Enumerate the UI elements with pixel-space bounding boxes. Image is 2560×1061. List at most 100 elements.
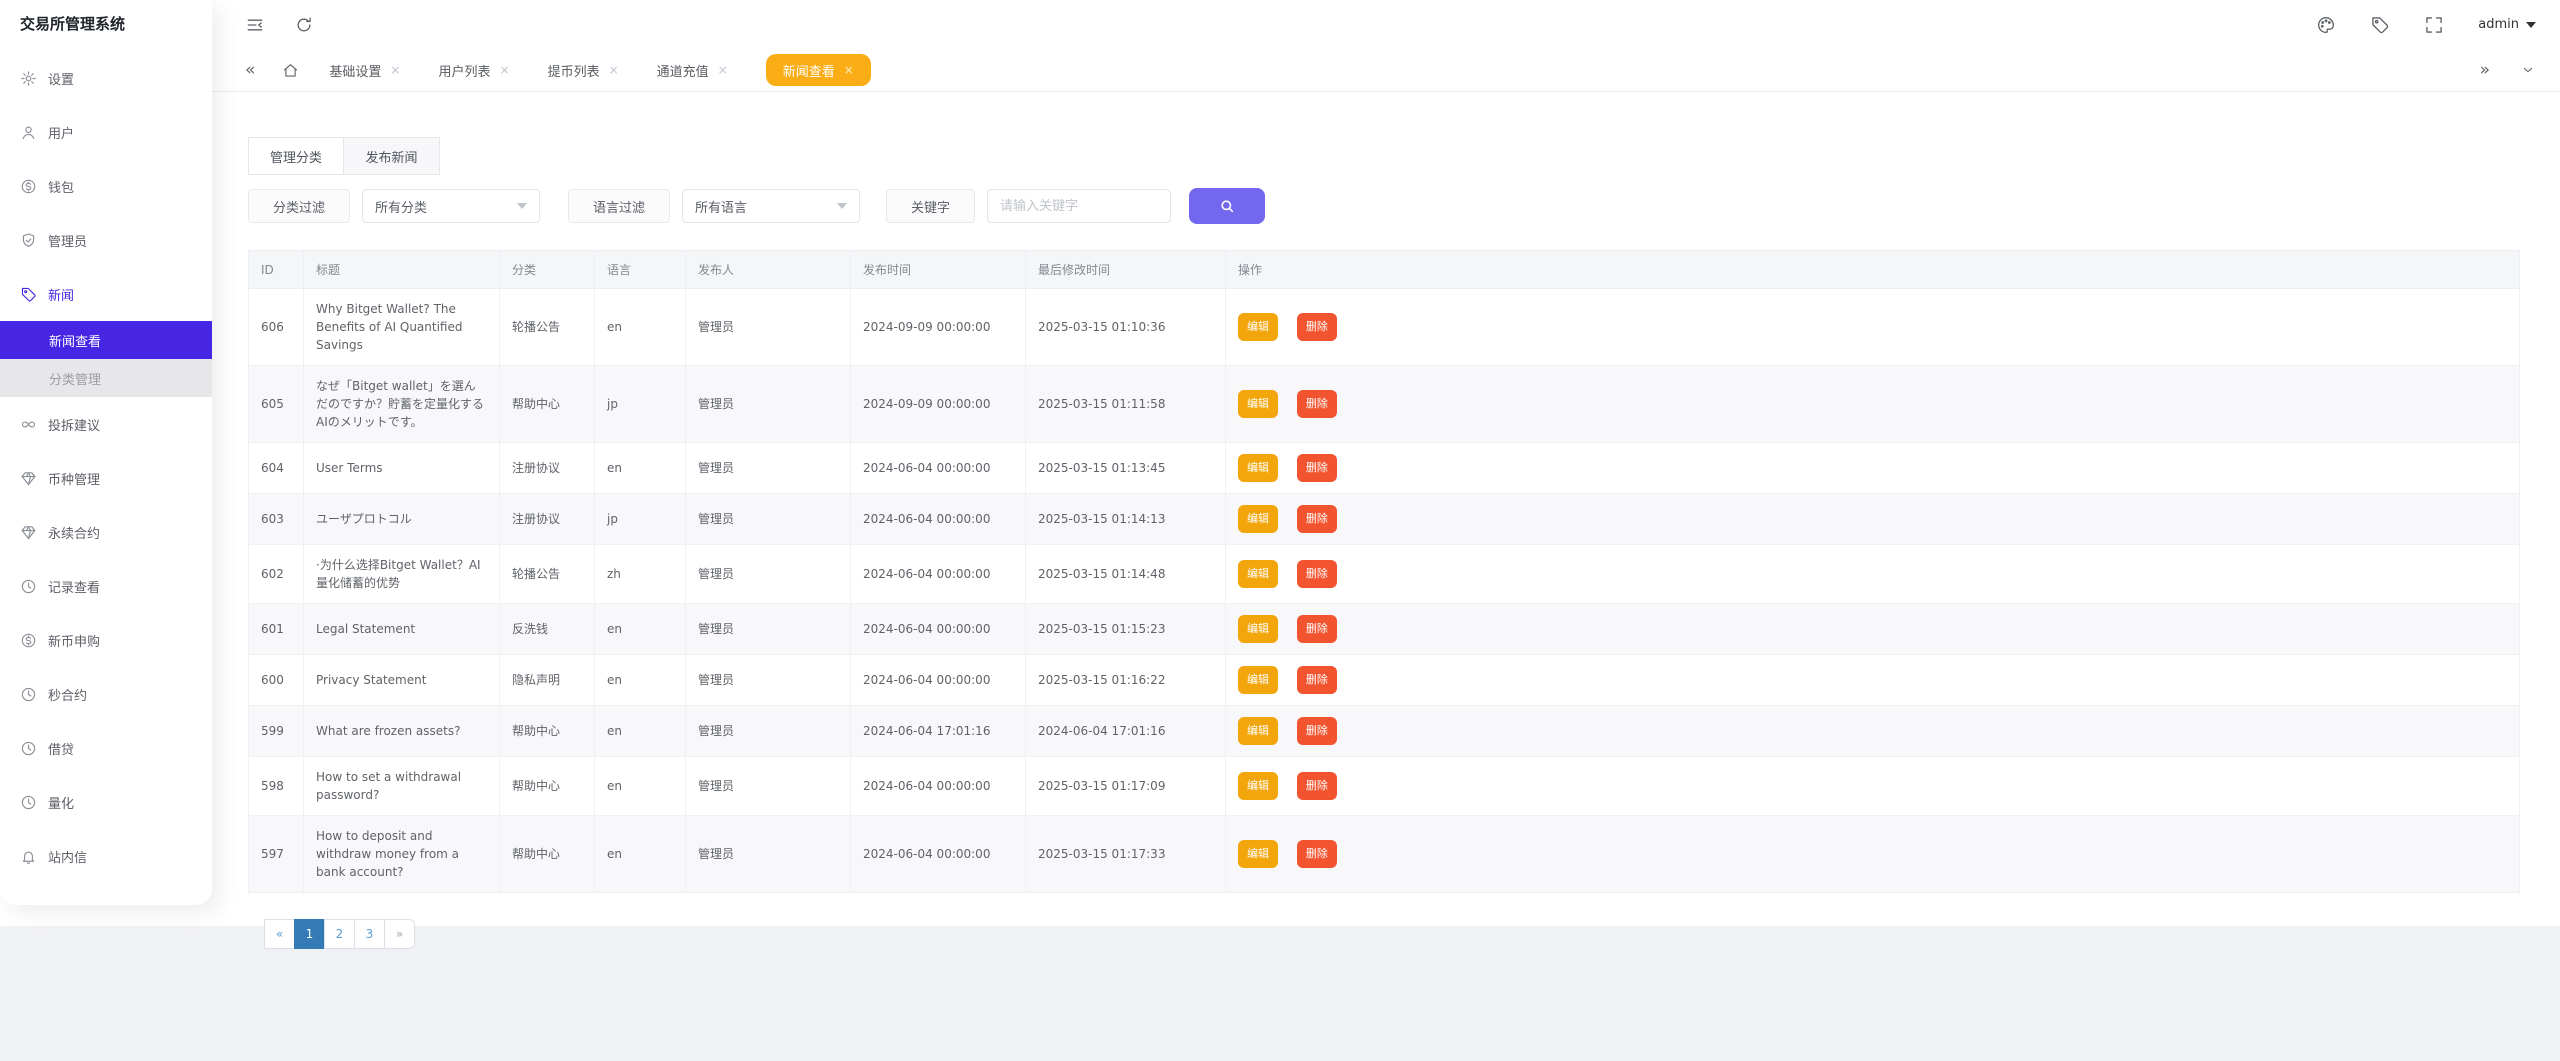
close-icon[interactable]: × [390,63,400,77]
edit-button[interactable]: 编辑 [1238,505,1278,533]
delete-button[interactable]: 删除 [1297,505,1337,533]
delete-button[interactable]: 删除 [1297,454,1337,482]
sidebar-item[interactable]: 钱包 [0,159,212,213]
page-button[interactable]: » [384,919,415,949]
wallet-icon [20,178,37,195]
sidebar-item[interactable]: 币种管理 [0,451,212,505]
edit-button[interactable]: 编辑 [1238,840,1278,868]
cell-category: 帮助中心 [500,706,595,757]
tabs-scroll-left[interactable]: « [245,60,255,80]
sidebar-news-submenu: 新闻查看 分类管理 [0,321,212,397]
category-select[interactable]: 所有分类 [362,189,540,223]
sidebar-item[interactable]: 管理员 [0,213,212,267]
edit-button[interactable]: 编辑 [1238,390,1278,418]
sidebar-item[interactable]: 新币申购 [0,613,212,667]
cell-category: 帮助中心 [500,366,595,443]
chevron-down-icon[interactable] [2520,62,2536,78]
tag-icon[interactable] [2370,15,2390,35]
content-tab[interactable]: 发布新闻 [344,137,440,175]
sidebar-subitem[interactable]: 新闻查看 [0,321,212,359]
page-button[interactable]: 1 [294,919,325,949]
tabbar-tab[interactable]: 新闻查看 × [766,54,871,86]
edit-button[interactable]: 编辑 [1238,313,1278,341]
user-menu[interactable]: admin [2478,17,2536,32]
cell-title: ユーザプロトコル [304,494,500,545]
refresh-icon[interactable] [294,15,314,35]
sidebar-subitem-label: 新闻查看 [49,331,101,350]
edit-button[interactable]: 编辑 [1238,772,1278,800]
theme-palette-icon[interactable] [2316,15,2336,35]
close-icon[interactable]: × [718,63,728,77]
category-filter-label: 分类过滤 [248,189,350,223]
sidebar-item[interactable]: 站内信 [0,829,212,883]
sidebar-item-news[interactable]: 新闻 [0,267,212,321]
edit-button[interactable]: 编辑 [1238,717,1278,745]
cell-title: How to set a withdrawal password? [304,757,500,816]
sidebar-item[interactable]: 永续合约 [0,505,212,559]
cell-modified-time: 2025-03-15 01:16:22 [1026,655,1226,706]
cell-published-time: 2024-06-04 00:00:00 [851,494,1026,545]
fullscreen-icon[interactable] [2424,15,2444,35]
delete-button[interactable]: 删除 [1297,560,1337,588]
sidebar-subitem-label: 分类管理 [49,369,101,388]
page-button[interactable]: « [264,919,295,949]
delete-button[interactable]: 删除 [1297,772,1337,800]
column-header: 发布时间 [851,251,1026,289]
edit-button[interactable]: 编辑 [1238,615,1278,643]
cell-id: 598 [249,757,304,816]
table-header-row: ID标题分类语言发布人发布时间最后修改时间操作 [249,251,2520,289]
sidebar-item[interactable]: 投拆建议 [0,397,212,451]
search-button[interactable] [1189,188,1265,224]
tabbar-tab[interactable]: 通道充值 × [657,61,728,80]
tabbar-tab[interactable]: 基础设置 × [329,61,400,80]
language-select[interactable]: 所有语言 [682,189,860,223]
sidebar-subitem[interactable]: 分类管理 [0,359,212,397]
edit-button[interactable]: 编辑 [1238,666,1278,694]
sidebar-item[interactable]: 记录查看 [0,559,212,613]
tab-label: 提币列表 [548,61,600,80]
delete-button[interactable]: 删除 [1297,615,1337,643]
cell-publisher: 管理员 [686,443,851,494]
page-button[interactable]: 2 [324,919,355,949]
cell-id: 602 [249,545,304,604]
cell-title: ·为什么选择Bitget Wallet？AI量化储蓄的优势 [304,545,500,604]
sidebar-item[interactable]: 用户 [0,105,212,159]
collapse-menu-icon[interactable] [245,15,265,35]
column-header: 发布人 [686,251,851,289]
cell-published-time: 2024-09-09 00:00:00 [851,366,1026,443]
search-icon [1219,198,1235,214]
close-icon[interactable]: × [844,63,854,77]
delete-button[interactable]: 删除 [1297,390,1337,418]
cell-actions: 编辑 删除 [1226,443,2520,494]
delete-button[interactable]: 删除 [1297,717,1337,745]
cell-title: Legal Statement [304,604,500,655]
tabbar-tab[interactable]: 用户列表 × [438,61,509,80]
home-icon[interactable] [282,62,299,79]
tabs-scroll-right[interactable]: » [2480,60,2490,80]
sidebar-items-bottom: 投拆建议 币种管理 永续合约 记录查看 [0,397,212,883]
edit-button[interactable]: 编辑 [1238,454,1278,482]
content-tab[interactable]: 管理分类 [248,137,344,175]
delete-button[interactable]: 删除 [1297,313,1337,341]
edit-button[interactable]: 编辑 [1238,560,1278,588]
close-icon[interactable]: × [609,63,619,77]
sidebar-item[interactable]: 设置 [0,51,212,105]
cell-modified-time: 2025-03-15 01:10:36 [1026,289,1226,366]
cell-language: en [595,604,686,655]
topbar-right: admin [2316,15,2536,35]
sidebar-item[interactable]: 借贷 [0,721,212,775]
keyword-input[interactable] [987,189,1171,223]
cell-id: 599 [249,706,304,757]
delete-button[interactable]: 删除 [1297,840,1337,868]
sidebar-item[interactable]: 量化 [0,775,212,829]
cell-publisher: 管理员 [686,757,851,816]
page-button-label: 3 [366,927,374,941]
cell-language: en [595,757,686,816]
page-button[interactable]: 3 [354,919,385,949]
table-header: ID标题分类语言发布人发布时间最后修改时间操作 [249,251,2520,289]
page-button-label: 2 [336,927,344,941]
delete-button[interactable]: 删除 [1297,666,1337,694]
sidebar-item[interactable]: 秒合约 [0,667,212,721]
close-icon[interactable]: × [500,63,510,77]
tabbar-tab[interactable]: 提币列表 × [548,61,619,80]
